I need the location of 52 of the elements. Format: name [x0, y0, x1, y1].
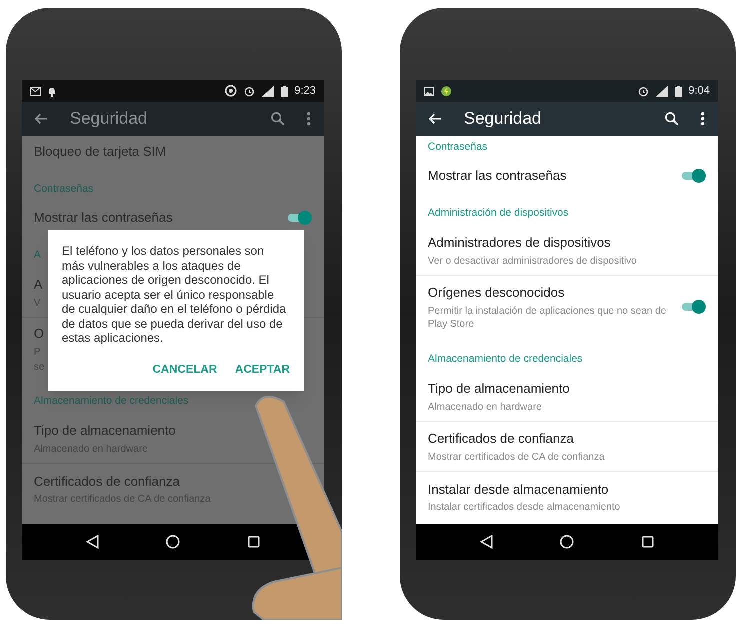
battery-icon: [674, 86, 682, 96]
alarm-icon: [638, 86, 649, 96]
row-title: Mostrar las contraseñas: [34, 209, 173, 228]
row-subtitle: Mostrar certificados de CA de confianza: [428, 450, 605, 464]
nfc-icon: [224, 85, 237, 97]
more-options-button[interactable]: [700, 111, 706, 127]
row-subtitle: Ver o desactivar administradores de dispositivo: [428, 254, 637, 268]
toolbar-title: Seguridad: [70, 108, 149, 130]
dialog-button[interactable]: CANCELAR: [152, 362, 218, 379]
row-title: O: [34, 325, 44, 344]
image-icon: [424, 86, 434, 96]
back-nav-button[interactable]: [84, 534, 100, 550]
toggle-switch[interactable]: [286, 211, 312, 225]
recents-nav-button[interactable]: [640, 534, 656, 550]
toggle-switch[interactable]: [680, 169, 706, 183]
row-title: Instalar desde almacenamiento: [428, 480, 609, 499]
home-nav-button[interactable]: [164, 534, 181, 550]
row-title: Bloqueo de tarjeta SIM: [34, 143, 166, 162]
section-header: Contraseñas: [34, 182, 94, 198]
section-header: Almacenamiento de credenciales: [34, 394, 189, 410]
row-title: Mostrar las contraseñas: [428, 167, 567, 186]
toolbar-title: Seguridad: [464, 108, 543, 130]
battery-icon: [280, 86, 288, 96]
row-title: Administradores de dispositivos: [428, 234, 611, 252]
search-button[interactable]: [664, 111, 680, 127]
section-header: Almacenamiento de credenciales: [428, 352, 583, 368]
status-time: 9:23: [294, 84, 316, 99]
section-header: Administración de dispositivos: [428, 206, 569, 222]
mail-icon: [30, 86, 41, 96]
row-subtitle: Almacenado en hardware: [428, 400, 542, 414]
row-subtitle: Instalar certificados desde almacenamiento: [428, 501, 620, 514]
row-title: Tipo de almacenamiento: [428, 380, 570, 398]
dialog-message: El teléfono y los datos personales son más vulnerables a los ataques de aplicaciones de origen desconocido. El usuario acepta ser el único responsable de cualquier daño en el teléfono o pérdida de datos que se pueda derivar del uso de estas aplicaciones.: [62, 244, 288, 346]
row-subtitle: Permitir la instalación de aplicaciones que no sean de Play Store: [428, 304, 668, 331]
status-time: 9:04: [688, 84, 710, 99]
back-nav-button[interactable]: [478, 534, 494, 550]
signal-icon: [262, 86, 274, 96]
signal-icon: [656, 86, 668, 96]
section-header: Contraseñas: [428, 140, 488, 156]
row-title: A: [34, 276, 43, 294]
recents-nav-button[interactable]: [246, 534, 262, 550]
row-title: Orígenes desconocidos: [428, 284, 565, 302]
row-title: Certificados de confianza: [34, 472, 180, 491]
android-icon: [48, 86, 56, 96]
home-nav-button[interactable]: [558, 534, 575, 550]
section-header: A: [34, 248, 42, 264]
row-title: Tipo de almacenamiento: [34, 422, 176, 440]
bolt-icon: [441, 86, 452, 96]
dialog-button[interactable]: ACEPTAR: [235, 362, 290, 379]
alarm-icon: [244, 86, 255, 96]
row-title: Certificados de confianza: [428, 430, 574, 448]
toggle-switch[interactable]: [680, 300, 706, 314]
